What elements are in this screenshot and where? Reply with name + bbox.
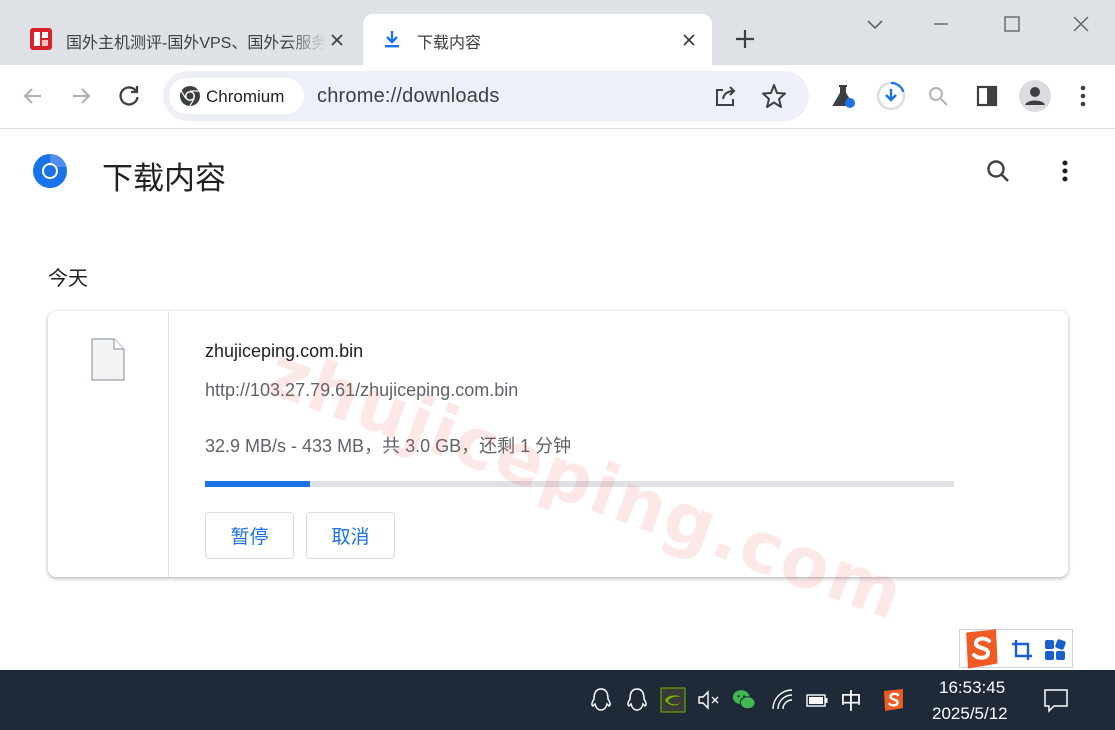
clock-date[interactable]: 2025/5/12 [932,704,1008,724]
progress-fill [205,481,310,487]
bookmark-star-icon[interactable] [760,82,788,110]
omnibox[interactable]: Chromium chrome://downloads [163,71,809,121]
chromium-logo-icon [32,153,68,189]
close-icon[interactable] [328,31,346,49]
page-title: 下载内容 [102,161,226,196]
battery-icon[interactable] [804,687,830,713]
volume-muted-icon[interactable] [696,687,722,713]
cancel-button[interactable]: 取消 [306,512,395,559]
search-icon[interactable] [984,157,1012,185]
zoom-search-icon[interactable] [925,83,951,109]
card-divider [168,311,169,577]
chip-label: Chromium [206,87,285,106]
tab-search-chevron-down-icon[interactable] [863,12,887,36]
download-progress-icon[interactable] [876,81,906,111]
download-icon [381,28,403,50]
forward-arrow-icon[interactable] [67,82,95,110]
crop-icon[interactable] [1010,638,1034,662]
chromium-logo-icon [179,85,201,107]
side-panel-icon[interactable] [973,82,1001,110]
share-icon[interactable] [712,82,740,110]
tab-zhujiceping[interactable]: 国外主机测评-国外VPS、国外云服务器 [12,14,360,65]
nvidia-icon[interactable] [660,687,686,713]
maximize-icon[interactable] [1000,12,1024,36]
new-tab-icon[interactable] [733,27,757,51]
site-favicon-icon [30,28,52,50]
tab-title: 国外主机测评-国外VPS、国外云服务器 [66,35,326,52]
url-text[interactable]: chrome://downloads [317,85,500,108]
labs-flask-icon[interactable] [829,82,857,110]
reload-icon[interactable] [115,82,143,110]
wechat-icon[interactable] [731,687,757,713]
close-window-icon[interactable] [1069,12,1093,36]
network-signal-icon[interactable] [770,687,796,713]
qq-penguin-icon[interactable] [624,687,650,713]
clock-time[interactable]: 16:53:45 [939,678,1005,698]
toolbox-grid-icon[interactable] [1043,638,1067,662]
sogou-logo-icon[interactable] [960,627,1004,671]
site-info-chip[interactable]: Chromium [169,78,304,114]
tab-strip: 国外主机测评-国外VPS、国外云服务器 下载内容 [0,0,1115,65]
profile-avatar-icon[interactable] [1018,79,1052,113]
minimize-icon[interactable] [929,12,953,36]
browser-toolbar: Chromium chrome://downloads [0,65,1115,129]
pause-button[interactable]: 暂停 [205,512,294,559]
more-options-icon[interactable] [1052,157,1078,185]
close-icon[interactable] [680,31,698,49]
date-section-label: 今天 [48,268,88,290]
sogou-tray-icon[interactable] [881,687,907,713]
kebab-menu-icon[interactable] [1069,82,1097,110]
ime-floating-toolbar[interactable] [959,627,1073,671]
file-icon [91,338,125,381]
tab-title: 下载内容 [417,35,482,52]
ime-mode-indicator[interactable]: 中 [838,687,864,714]
notification-center-icon[interactable] [1042,686,1070,714]
windows-taskbar: 中 16:53:45 2025/5/12 [0,670,1115,730]
back-arrow-icon[interactable] [19,82,47,110]
tab-downloads[interactable]: 下载内容 [363,14,712,65]
qq-penguin-icon[interactable] [588,687,614,713]
